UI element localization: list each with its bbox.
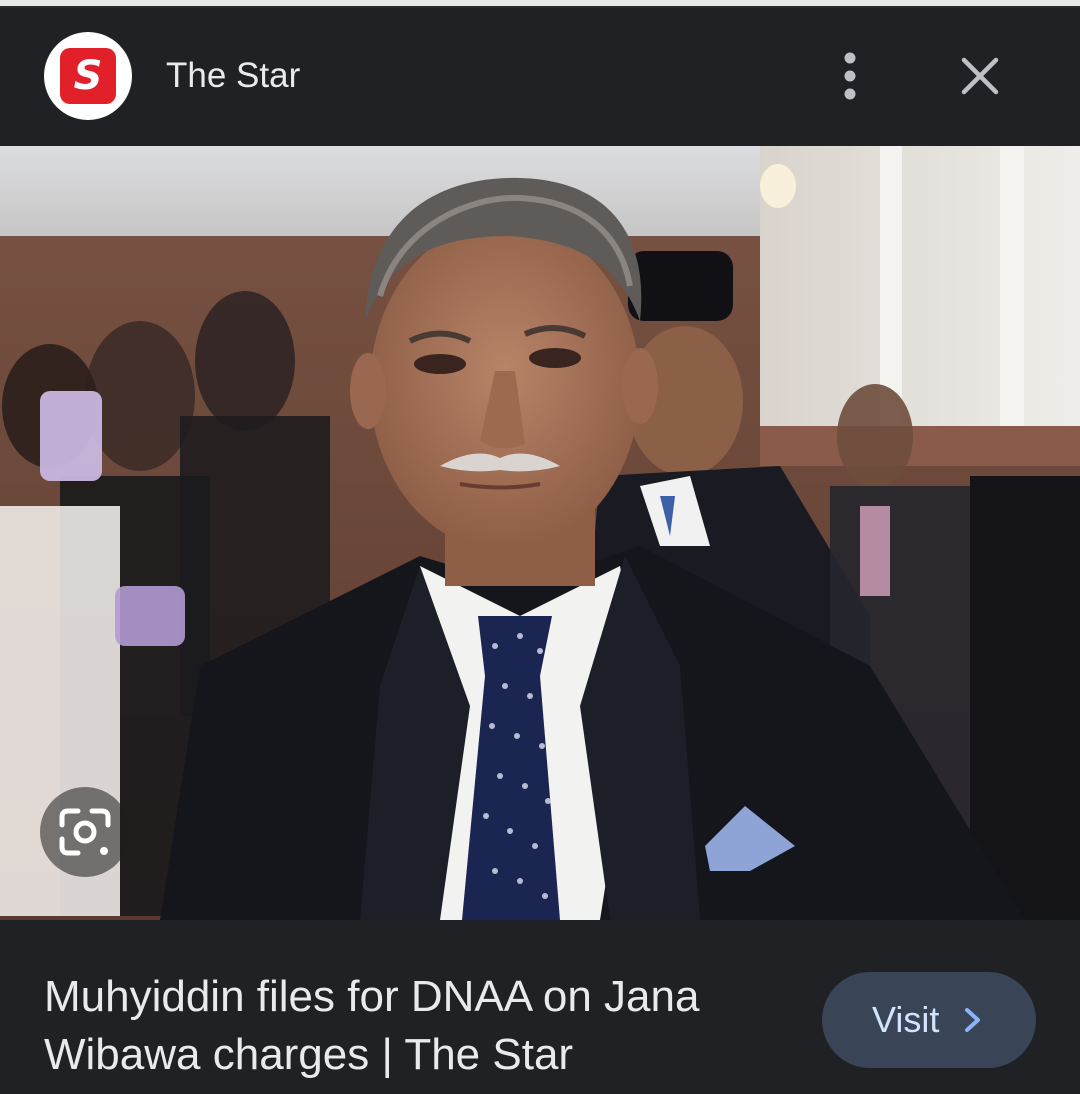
visit-button[interactable]: Visit bbox=[822, 972, 1036, 1068]
source-name[interactable]: The Star bbox=[166, 54, 300, 98]
result-footer: Muhyiddin files for DNAA on Jana Wibawa … bbox=[0, 920, 1080, 1094]
more-options-icon[interactable] bbox=[826, 48, 874, 104]
source-logo-letter: S bbox=[60, 48, 116, 104]
status-strip bbox=[0, 0, 1080, 8]
close-icon[interactable] bbox=[952, 48, 1008, 104]
source-logo[interactable]: S bbox=[44, 32, 132, 120]
lens-search-icon bbox=[59, 808, 111, 856]
visit-button-label: Visit bbox=[872, 999, 940, 1040]
photo-illustration bbox=[0, 146, 1080, 920]
article-title[interactable]: Muhyiddin files for DNAA on Jana Wibawa … bbox=[44, 968, 784, 1084]
viewer-header: S The Star bbox=[0, 8, 1080, 146]
lens-search-button[interactable] bbox=[40, 787, 130, 877]
article-photo[interactable] bbox=[0, 146, 1080, 920]
chevron-right-icon bbox=[965, 1008, 980, 1032]
